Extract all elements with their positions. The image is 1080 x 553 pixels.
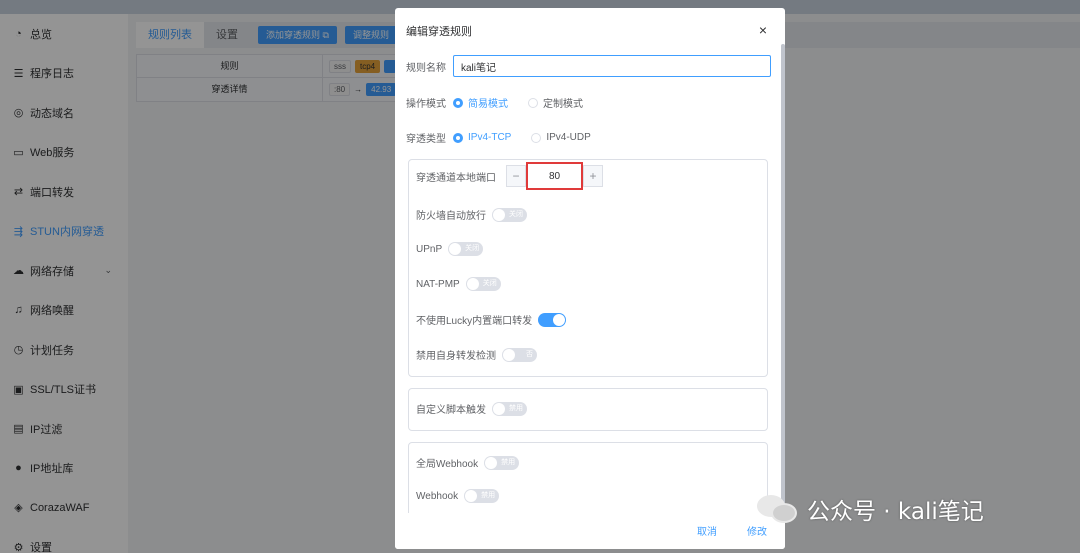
close-icon[interactable]: × bbox=[759, 22, 767, 38]
webhook-switch[interactable]: 禁用 bbox=[464, 489, 500, 503]
lucky-forward-switch[interactable] bbox=[538, 312, 567, 327]
global-webhook-row: 全局Webhook 禁用 bbox=[416, 455, 520, 470]
type-ipv4-tcp-radio[interactable]: IPv4-TCP bbox=[453, 132, 511, 143]
switch-text: 禁用 bbox=[509, 404, 523, 412]
self-check-label: 禁用自身转发检测 bbox=[416, 351, 496, 362]
watermark-text: 公众号 · kali笔记 bbox=[807, 499, 984, 525]
natpmp-label: NAT-PMP bbox=[416, 278, 460, 290]
type-ipv4-udp-radio[interactable]: IPv4-UDP bbox=[531, 132, 591, 143]
watermark: 公众号 · kali笔记 bbox=[757, 489, 984, 529]
type-label: 穿透类型 bbox=[406, 134, 446, 145]
self-check-row: 禁用自身转发检测 否 bbox=[416, 347, 537, 362]
radio-dot bbox=[453, 132, 463, 143]
firewall-row: 防火墙自动放行 关闭 bbox=[416, 207, 527, 222]
radio-dot bbox=[531, 132, 542, 143]
switch-knob bbox=[449, 243, 462, 255]
firewall-label: 防火墙自动放行 bbox=[416, 211, 486, 222]
global-webhook-switch[interactable]: 禁用 bbox=[484, 455, 520, 470]
switch-knob bbox=[485, 456, 498, 469]
scrollbar[interactable] bbox=[781, 44, 785, 514]
edit-rule-dialog: 编辑穿透规则 × 规则名称 操作模式 简易模式 定制模式 穿透类型 IPv4-T… bbox=[395, 8, 785, 549]
webhook-label: Webhook bbox=[416, 490, 459, 502]
switch-knob bbox=[503, 348, 515, 361]
webhook-row: Webhook 禁用 bbox=[416, 489, 500, 503]
switch-text: 关闭 bbox=[482, 280, 497, 287]
decrement-button[interactable]: − bbox=[506, 165, 526, 187]
radio-dot bbox=[528, 97, 538, 108]
upnp-label: UPnP bbox=[416, 243, 443, 255]
dialog-header: 编辑穿透规则 × bbox=[395, 8, 785, 54]
switch-knob bbox=[493, 402, 505, 415]
logo-bubble bbox=[771, 503, 797, 523]
wechat-logo-icon bbox=[757, 489, 801, 529]
rule-name-input[interactable] bbox=[453, 55, 771, 77]
mode-simple-radio[interactable]: 简易模式 bbox=[453, 95, 508, 110]
forward-options-group: 穿透通道本地端口 − 80 + 防火墙自动放行 关闭 UPnP 关闭 NAT-P… bbox=[408, 159, 768, 377]
mode-simple-label: 简易模式 bbox=[468, 99, 508, 110]
self-check-switch[interactable]: 否 bbox=[502, 347, 537, 362]
switch-knob bbox=[493, 208, 505, 221]
natpmp-switch[interactable]: 关闭 bbox=[465, 277, 501, 291]
type-row: 穿透类型 IPv4-TCP IPv4-UDP bbox=[406, 130, 611, 145]
mode-custom-label: 定制模式 bbox=[543, 99, 583, 110]
switch-knob bbox=[465, 490, 478, 502]
cancel-button[interactable]: 取消 bbox=[697, 523, 717, 538]
upnp-switch[interactable]: 关闭 bbox=[448, 242, 484, 256]
type-ipv4-tcp-label: IPv4-TCP bbox=[468, 132, 512, 143]
port-stepper: − 80 + bbox=[506, 162, 603, 190]
radio-dot bbox=[453, 97, 463, 108]
dialog-title: 编辑穿透规则 bbox=[406, 26, 472, 38]
mode-row: 操作模式 简易模式 定制模式 bbox=[406, 95, 603, 110]
switch-text: 否 bbox=[526, 350, 533, 358]
custom-script-row: 自定义脚本触发 禁用 bbox=[416, 401, 527, 416]
natpmp-row: NAT-PMP 关闭 bbox=[416, 277, 501, 291]
switch-text: 禁用 bbox=[481, 492, 496, 499]
lucky-forward-row: 不使用Lucky内置端口转发 bbox=[416, 312, 567, 327]
upnp-row: UPnP 关闭 bbox=[416, 242, 484, 256]
switch-text: 关闭 bbox=[509, 210, 523, 218]
increment-button[interactable]: + bbox=[583, 165, 603, 187]
rule-name-label: 规则名称 bbox=[406, 62, 446, 74]
firewall-switch[interactable]: 关闭 bbox=[492, 207, 527, 222]
mode-label: 操作模式 bbox=[406, 99, 446, 110]
custom-script-switch[interactable]: 禁用 bbox=[492, 401, 527, 416]
port-input[interactable]: 80 bbox=[526, 162, 583, 190]
switch-text: 关闭 bbox=[465, 245, 480, 252]
lucky-forward-label: 不使用Lucky内置端口转发 bbox=[416, 316, 533, 327]
local-port-row: 穿透通道本地端口 − 80 + bbox=[416, 162, 603, 190]
switch-text: 禁用 bbox=[501, 458, 516, 466]
custom-script-group: 自定义脚本触发 禁用 bbox=[408, 388, 768, 431]
rule-name-row: 规则名称 bbox=[406, 55, 771, 77]
switch-knob bbox=[553, 313, 566, 326]
global-webhook-label: 全局Webhook bbox=[416, 459, 479, 470]
dialog-footer: 取消 修改 bbox=[395, 513, 785, 549]
type-ipv4-udp-label: IPv4-UDP bbox=[546, 132, 591, 143]
switch-knob bbox=[466, 278, 479, 290]
custom-script-label: 自定义脚本触发 bbox=[416, 405, 486, 416]
local-port-label: 穿透通道本地端口 bbox=[416, 172, 496, 184]
mode-custom-radio[interactable]: 定制模式 bbox=[528, 95, 583, 110]
